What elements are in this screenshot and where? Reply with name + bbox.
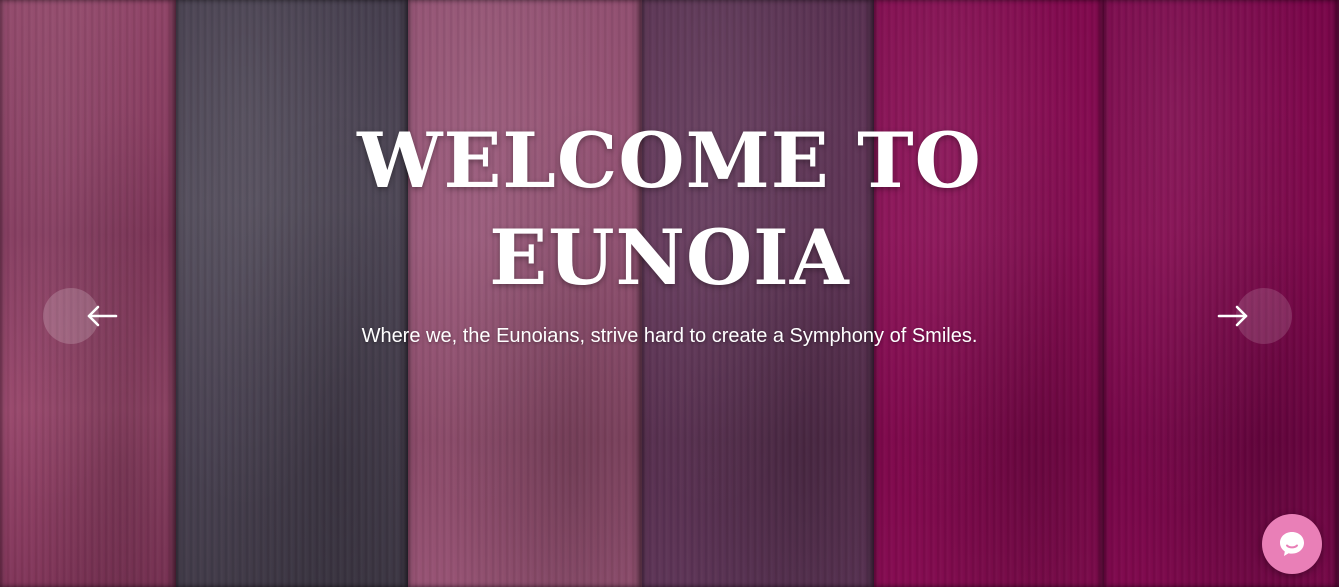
chat-icon — [1280, 532, 1304, 556]
hero-title-line1: WELCOME TO — [357, 116, 982, 205]
arrow-right-icon — [1216, 288, 1256, 344]
carousel-prev-button[interactable] — [43, 288, 118, 344]
chat-widget-button[interactable] — [1262, 514, 1322, 574]
hero-slider: WELCOME TO EUNOIA Where we, the Eunoians… — [0, 0, 1339, 587]
hero-title-line2: EUNOIA — [489, 213, 850, 302]
hero-subtitle: Where we, the Eunoians, strive hard to c… — [361, 325, 978, 347]
arrow-left-icon — [83, 288, 123, 344]
hero-title: WELCOME TO EUNOIA — [350, 112, 990, 306]
carousel-next-button[interactable] — [1217, 288, 1292, 344]
